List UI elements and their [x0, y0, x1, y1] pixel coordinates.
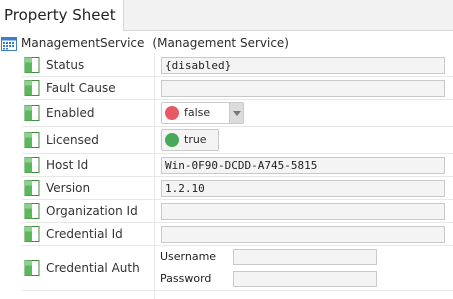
property-label: Enabled — [46, 106, 95, 120]
chevron-down-icon[interactable] — [229, 103, 243, 123]
object-name: ManagementService — [21, 36, 145, 50]
false-status-dot — [165, 106, 179, 120]
property-label: Host Id — [46, 158, 89, 172]
property-slot-icon — [24, 260, 40, 276]
property-slot-icon — [24, 203, 40, 219]
tab-bar: Property Sheet — [0, 0, 453, 32]
password-field[interactable] — [233, 271, 377, 287]
true-status-dot — [165, 133, 179, 147]
tab-property-sheet[interactable]: Property Sheet — [0, 0, 124, 32]
enabled-select[interactable]: false — [161, 102, 244, 124]
licensed-indicator: true — [161, 129, 219, 151]
property-row-licensed: Licensed — [22, 127, 453, 154]
property-label: Licensed — [46, 133, 99, 147]
property-slot-icon — [24, 57, 40, 73]
object-header: ManagementService (Management Service) — [0, 33, 289, 53]
organization-id-field — [161, 203, 445, 220]
calendar-grid-icon — [1, 36, 17, 51]
property-slot-icon — [24, 157, 40, 173]
property-slot-icon — [24, 80, 40, 96]
property-slot-icon — [24, 105, 40, 121]
property-slot-icon — [24, 180, 40, 196]
property-label: Credential Id — [46, 227, 123, 241]
status-field: {disabled} — [161, 57, 445, 74]
property-slot-icon — [24, 226, 40, 242]
fault-cause-field — [161, 80, 445, 97]
version-field: 1.2.10 — [161, 180, 445, 197]
licensed-value: true — [184, 133, 207, 146]
enabled-value: false — [184, 106, 211, 119]
username-field[interactable] — [233, 249, 377, 265]
property-label: Organization Id — [46, 204, 138, 218]
property-label: Credential Auth — [46, 261, 140, 275]
credential-id-field — [161, 226, 445, 243]
object-type: (Management Service) — [152, 36, 289, 50]
password-label: Password — [160, 272, 212, 285]
property-label: Version — [46, 181, 91, 195]
username-label: Username — [160, 250, 217, 263]
property-label: Fault Cause — [46, 81, 116, 95]
property-label: Status — [46, 58, 85, 72]
host-id-field: Win-0F90-DCDD-A745-5815 — [161, 157, 445, 174]
property-slot-icon — [24, 132, 40, 148]
